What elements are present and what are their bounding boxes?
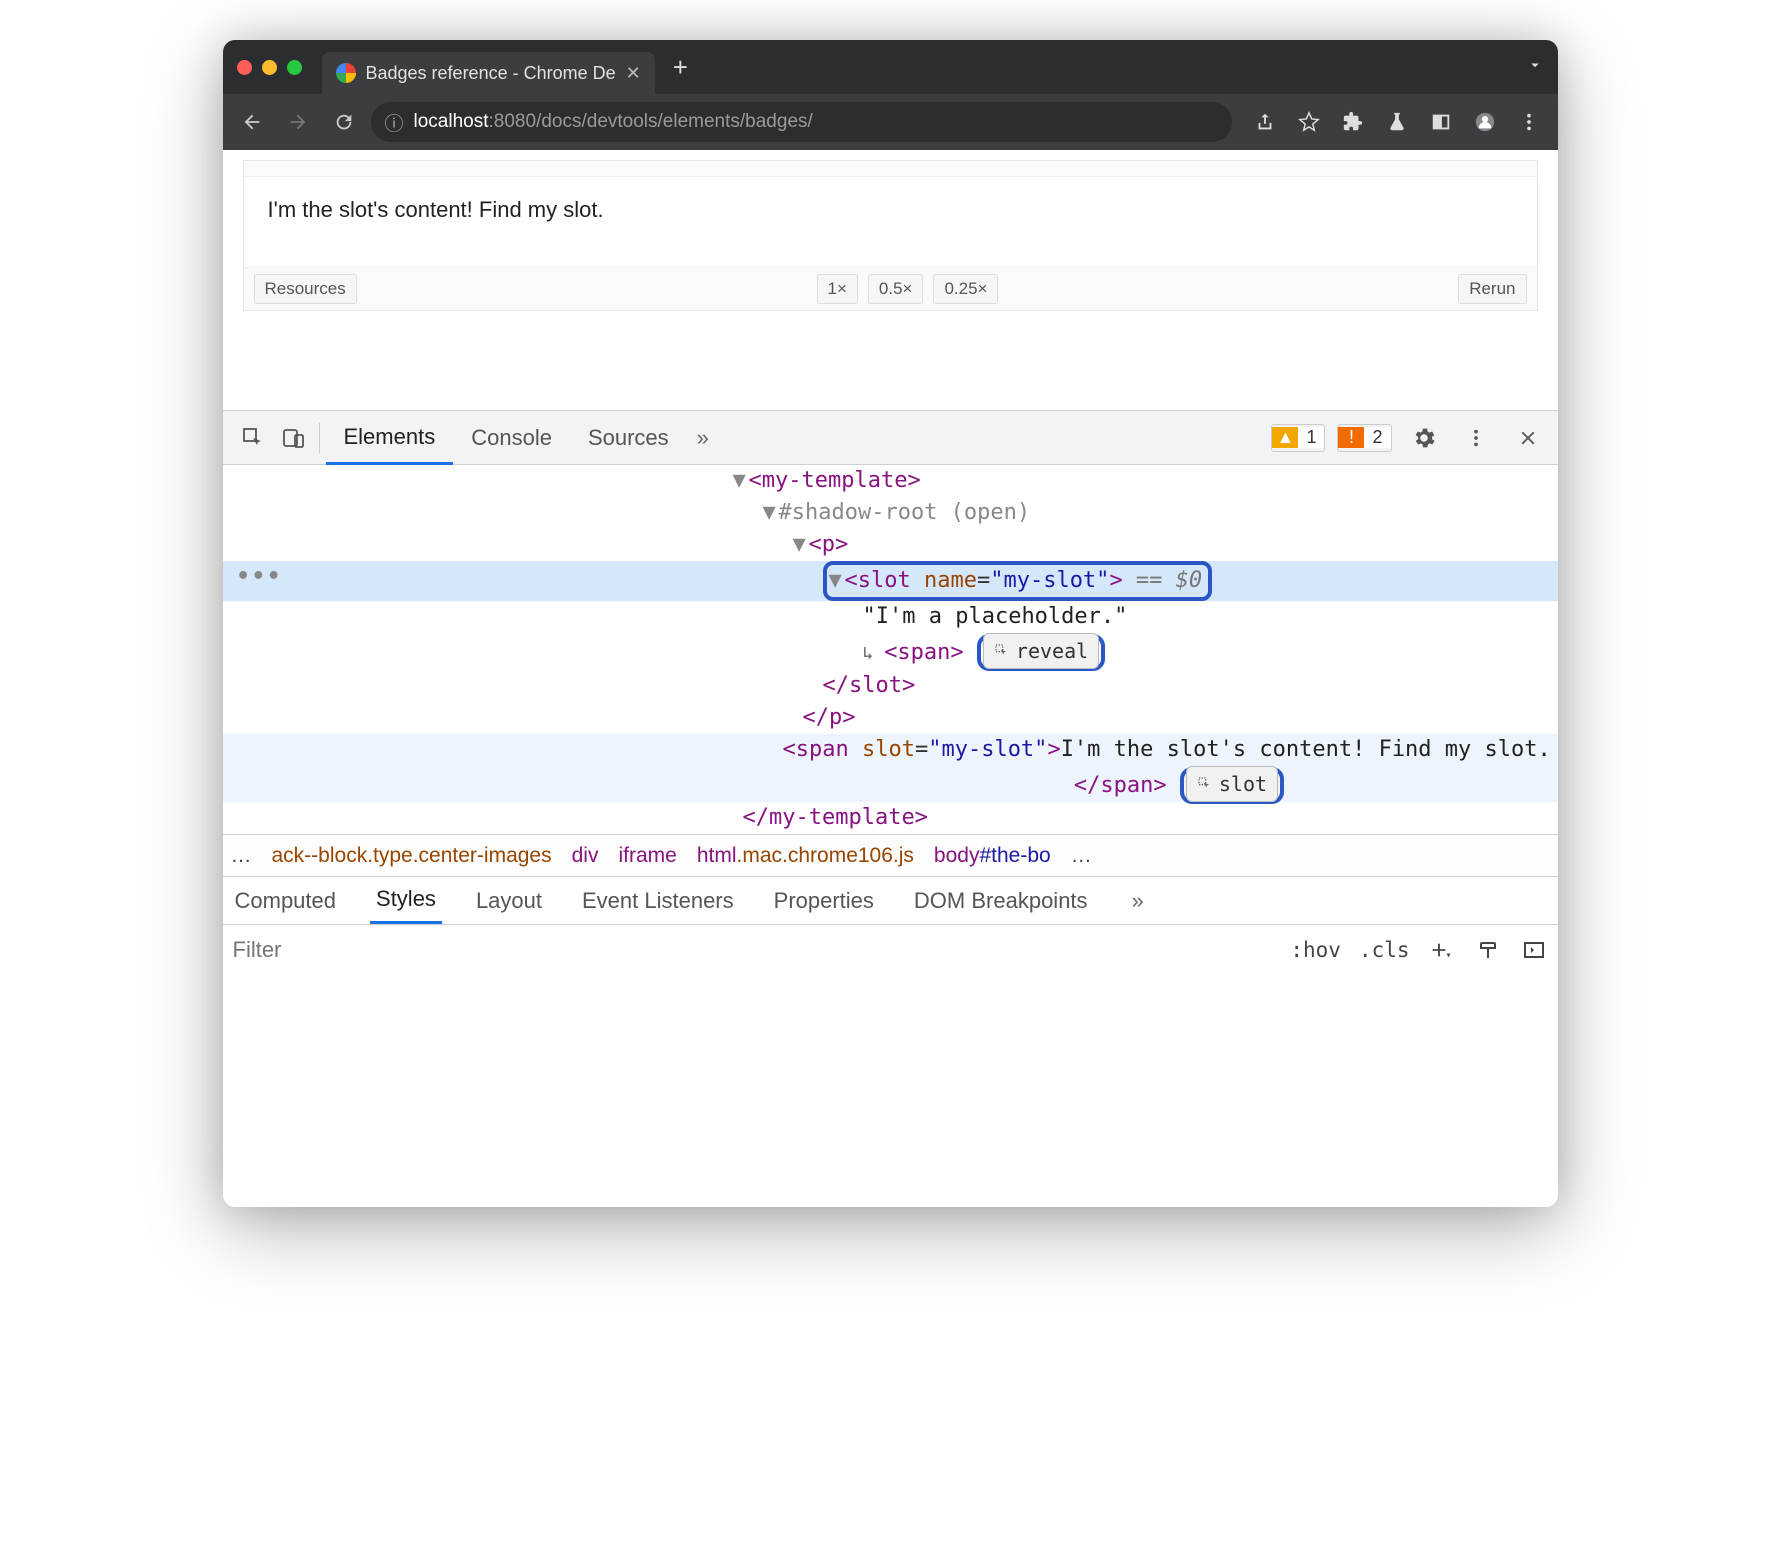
zoom-1x[interactable]: 1× (817, 274, 858, 304)
slot-badge-label: slot (1219, 768, 1267, 800)
crumb-1[interactable]: ack--block.type.center-images (272, 844, 552, 867)
forward-button[interactable] (279, 103, 317, 141)
crumb-ellipsis-left[interactable]: … (231, 844, 252, 868)
tab-sources[interactable]: Sources (570, 411, 687, 464)
zoom-05x[interactable]: 0.5× (868, 274, 924, 304)
crumb-html[interactable]: html.mac.chrome106.js (697, 844, 914, 868)
dom-slotted-span[interactable]: <span> (884, 640, 963, 665)
reveal-badge[interactable]: reveal (983, 633, 1099, 669)
overflow-ellipsis-icon: ••• (237, 561, 283, 593)
tab-console[interactable]: Console (453, 411, 570, 464)
close-devtools-icon[interactable] (1508, 418, 1548, 458)
resources-button[interactable]: Resources (254, 274, 357, 304)
tabs-chevron-icon[interactable] (1526, 56, 1544, 79)
subtab-dom-breakpoints[interactable]: DOM Breakpoints (908, 877, 1094, 924)
url-bar: ⓘ localhost:8080/docs/devtools/elements/… (223, 94, 1558, 150)
dom-span-open[interactable]: <span (783, 737, 862, 762)
cls-toggle[interactable]: .cls (1359, 938, 1410, 962)
dom-slot-close[interactable]: </slot> (823, 673, 916, 698)
inspect-icon[interactable] (233, 418, 273, 458)
slot-badge-ring: slot (1180, 767, 1284, 804)
crumb-ellipsis-right[interactable]: … (1071, 844, 1092, 868)
page-viewport: I'm the slot's content! Find my slot. Re… (223, 150, 1558, 410)
devtools: Elements Console Sources » ▲1 !2 ▼<my-te… (223, 410, 1558, 974)
styles-filter-bar: :hov .cls ▾ (223, 924, 1558, 974)
slot-badge[interactable]: slot (1186, 766, 1278, 802)
devtools-toolbar: Elements Console Sources » ▲1 !2 (223, 411, 1558, 465)
tab-title: Badges reference - Chrome De (366, 63, 616, 84)
omnibox[interactable]: ⓘ localhost:8080/docs/devtools/elements/… (371, 102, 1232, 142)
minimize-window[interactable] (262, 60, 277, 75)
dom-placeholder-text[interactable]: "I'm a placeholder." (863, 604, 1128, 629)
styles-subtabs: Computed Styles Layout Event Listeners P… (223, 876, 1558, 924)
new-style-rule-icon[interactable]: ▾ (1428, 936, 1456, 964)
dom-my-template-close[interactable]: </my-template> (743, 805, 928, 830)
extensions-icon[interactable] (1334, 103, 1372, 141)
dom-span-text: I'm the slot's content! Find my slot. (1061, 737, 1551, 762)
maximize-window[interactable] (287, 60, 302, 75)
highlight-ring: ▼<slot name="my-slot"> == $0 (823, 561, 1213, 601)
reload-button[interactable] (325, 103, 363, 141)
titlebar: Badges reference - Chrome De ✕ + (223, 40, 1558, 94)
dom-tree[interactable]: ▼<my-template> ▼#shadow-root (open) ▼<p>… (223, 465, 1558, 834)
share-icon[interactable] (1246, 103, 1284, 141)
more-tabs-icon[interactable]: » (687, 425, 719, 451)
slotted-arrow-icon: ↳ (863, 643, 885, 664)
errors-count: 2 (1364, 427, 1390, 448)
tab-elements[interactable]: Elements (326, 412, 454, 465)
url-host: localhost (414, 111, 489, 132)
dom-my-template-open[interactable]: <my-template> (749, 468, 921, 493)
new-tab-button[interactable]: + (673, 52, 688, 83)
dom-p-open[interactable]: <p> (809, 532, 849, 557)
profile-icon[interactable] (1466, 103, 1504, 141)
hov-toggle[interactable]: :hov (1290, 938, 1341, 962)
page-body-text: I'm the slot's content! Find my slot. (244, 177, 1537, 267)
crumb-div[interactable]: div (572, 844, 599, 868)
chrome-icon (336, 63, 356, 83)
bookmark-icon[interactable] (1290, 103, 1328, 141)
warnings-count: 1 (1298, 427, 1324, 448)
subtab-event-listeners[interactable]: Event Listeners (576, 877, 740, 924)
traffic-lights (237, 60, 302, 75)
subtab-layout[interactable]: Layout (470, 877, 548, 924)
labs-icon[interactable] (1378, 103, 1416, 141)
reveal-badge-label: reveal (1016, 635, 1088, 667)
dom-eq-0: == $0 (1123, 568, 1202, 593)
url-port: :8080 (489, 111, 537, 132)
more-subtabs-icon[interactable]: » (1122, 888, 1154, 914)
rerun-button[interactable]: Rerun (1458, 274, 1526, 304)
breadcrumb[interactable]: … ack--block.type.center-images div ifra… (223, 834, 1558, 876)
subtab-properties[interactable]: Properties (768, 877, 880, 924)
warnings-badge[interactable]: ▲1 (1271, 424, 1325, 452)
close-window[interactable] (237, 60, 252, 75)
close-tab-icon[interactable]: ✕ (626, 63, 641, 84)
zoom-025x[interactable]: 0.25× (933, 274, 998, 304)
browser-tab[interactable]: Badges reference - Chrome De ✕ (322, 52, 655, 94)
errors-badge[interactable]: !2 (1337, 424, 1391, 452)
url-path: /docs/devtools/elements/badges/ (536, 111, 813, 132)
crumb-iframe[interactable]: iframe (618, 844, 676, 868)
dom-p-close[interactable]: </p> (803, 705, 856, 730)
crumb-body[interactable]: body#the-bo (934, 844, 1051, 868)
settings-icon[interactable] (1404, 418, 1444, 458)
site-info-icon[interactable]: ⓘ (385, 109, 404, 136)
back-button[interactable] (233, 103, 271, 141)
paint-icon[interactable] (1474, 936, 1502, 964)
styles-filter-input[interactable] (233, 937, 1277, 963)
subtab-computed[interactable]: Computed (229, 877, 343, 924)
reveal-badge-ring: reveal (977, 634, 1105, 671)
menu-icon[interactable] (1510, 103, 1548, 141)
kebab-icon[interactable] (1456, 418, 1496, 458)
dom-shadow-root[interactable]: #shadow-root (open) (779, 500, 1031, 525)
panel-icon[interactable] (1422, 103, 1460, 141)
device-toggle-icon[interactable] (273, 418, 313, 458)
subtab-styles[interactable]: Styles (370, 877, 442, 924)
dom-slot-open[interactable]: <slot (845, 568, 924, 593)
toggle-sidebar-icon[interactable] (1520, 936, 1548, 964)
dom-span-close: </span> (1074, 773, 1167, 798)
